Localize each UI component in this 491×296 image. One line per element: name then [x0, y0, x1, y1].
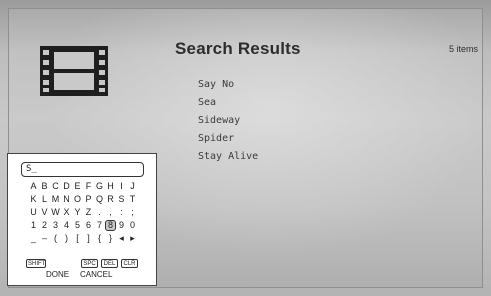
key[interactable]: Z — [83, 207, 94, 218]
key[interactable]: 9 — [116, 220, 127, 231]
key-row-1: A B C D E F G H I J — [28, 181, 138, 192]
clear-key[interactable]: CLR — [121, 259, 138, 268]
shift-key[interactable]: SHIFT — [26, 259, 46, 268]
result-item[interactable]: Sea — [198, 94, 258, 112]
key-row-5: _ ‒ ( ) [ ] { } ◂ ▸ — [28, 233, 138, 244]
cursor-right-key[interactable]: ▸ — [127, 233, 138, 244]
key[interactable]: V — [39, 207, 50, 218]
result-item[interactable]: Spider — [198, 130, 258, 148]
key-row-3: U V W X Y Z . , : ; — [28, 207, 138, 218]
key[interactable]: I — [116, 181, 127, 192]
result-item[interactable]: Stay Alive — [198, 148, 258, 166]
key[interactable]: K — [28, 194, 39, 205]
key[interactable]: B — [39, 181, 50, 192]
key[interactable]: 4 — [61, 220, 72, 231]
key[interactable]: . — [94, 207, 105, 218]
key[interactable]: ; — [127, 207, 138, 218]
key[interactable]: J — [127, 181, 138, 192]
key[interactable]: G — [94, 181, 105, 192]
key[interactable]: } — [105, 233, 116, 244]
key[interactable]: R — [105, 194, 116, 205]
key[interactable]: L — [39, 194, 50, 205]
cursor-left-key[interactable]: ◂ — [116, 233, 127, 244]
key[interactable]: Y — [72, 207, 83, 218]
key[interactable]: ] — [83, 233, 94, 244]
page-title: Search Results — [175, 39, 301, 58]
key[interactable]: F — [83, 181, 94, 192]
film-strip-icon — [40, 46, 108, 96]
key[interactable]: 1 — [28, 220, 39, 231]
search-input[interactable]: S_ — [21, 162, 144, 177]
key[interactable]: X — [61, 207, 72, 218]
results-list: Say No Sea Sideway Spider Stay Alive — [198, 76, 258, 166]
result-item[interactable]: Say No — [198, 76, 258, 94]
space-key[interactable]: SPC — [81, 259, 98, 268]
key[interactable]: 0 — [127, 220, 138, 231]
key[interactable]: 7 — [94, 220, 105, 231]
key[interactable]: O — [72, 194, 83, 205]
key[interactable]: , — [105, 207, 116, 218]
delete-key[interactable]: DEL — [101, 259, 118, 268]
done-button[interactable]: DONE — [46, 270, 69, 279]
utility-key-row: SHIFT SPC DEL CLR — [26, 259, 142, 269]
key[interactable]: P — [83, 194, 94, 205]
key[interactable]: : — [116, 207, 127, 218]
key[interactable]: A — [28, 181, 39, 192]
key[interactable]: 3 — [50, 220, 61, 231]
key-selected[interactable]: 8 — [105, 220, 116, 231]
key[interactable]: 5 — [72, 220, 83, 231]
key[interactable]: M — [50, 194, 61, 205]
key[interactable]: ( — [50, 233, 61, 244]
key[interactable]: U — [28, 207, 39, 218]
key[interactable]: H — [105, 181, 116, 192]
item-count: 5 items — [449, 44, 479, 54]
key[interactable]: { — [94, 233, 105, 244]
key-row-2: K L M N O P Q R S T — [28, 194, 138, 205]
key[interactable]: D — [61, 181, 72, 192]
key[interactable]: ) — [61, 233, 72, 244]
key[interactable]: Q — [94, 194, 105, 205]
key-row-4: 1 2 3 4 5 6 7 8 9 0 — [28, 220, 138, 231]
key[interactable]: S — [116, 194, 127, 205]
key[interactable]: E — [72, 181, 83, 192]
key[interactable]: N — [61, 194, 72, 205]
key[interactable]: [ — [72, 233, 83, 244]
cancel-button[interactable]: CANCEL — [80, 270, 112, 279]
key[interactable]: _ — [28, 233, 39, 244]
key[interactable]: T — [127, 194, 138, 205]
result-item[interactable]: Sideway — [198, 112, 258, 130]
key[interactable]: 2 — [39, 220, 50, 231]
key[interactable]: W — [50, 207, 61, 218]
on-screen-keyboard: S_ A B C D E F G H I J K L M N O P Q R S… — [7, 153, 157, 286]
key[interactable]: 6 — [83, 220, 94, 231]
key[interactable]: ‒ — [39, 233, 50, 244]
key[interactable]: C — [50, 181, 61, 192]
